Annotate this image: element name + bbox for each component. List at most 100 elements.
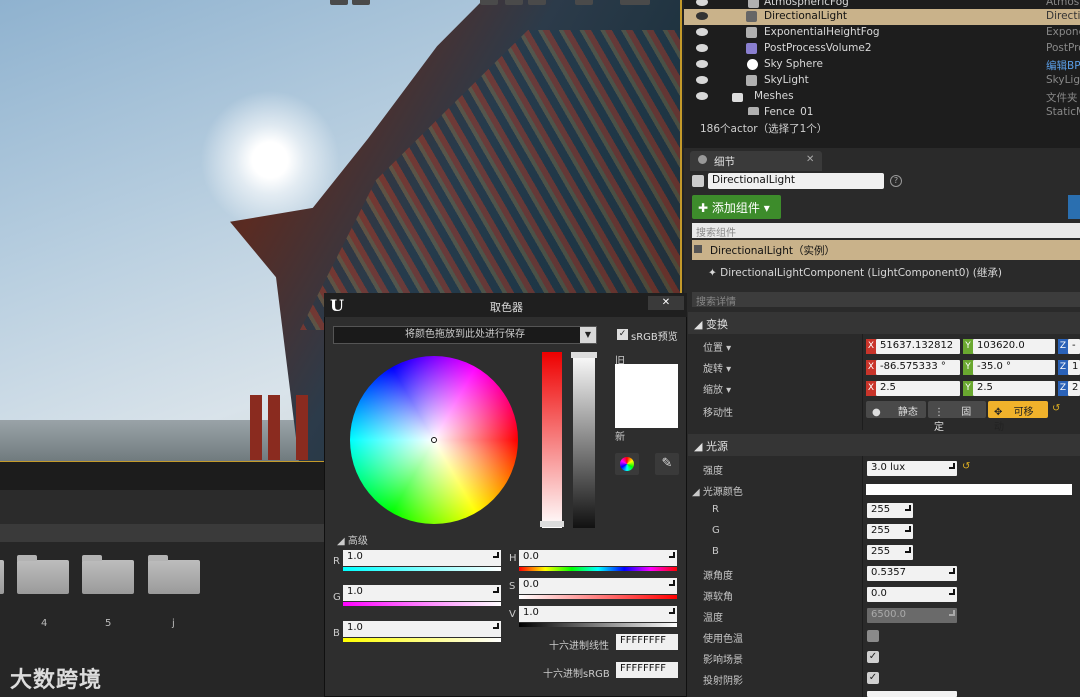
location-label[interactable]: 位置 ▾ (703, 339, 731, 354)
use-temperature-checkbox[interactable] (867, 630, 879, 642)
scale-y-field[interactable]: 2.5 (973, 381, 1055, 396)
light-r-field[interactable]: 255 (867, 503, 913, 518)
g-channel-field[interactable]: 1.0 (343, 585, 501, 601)
eye-icon[interactable] (696, 76, 708, 84)
instance-label: DirectionalLight（实例） (710, 245, 835, 257)
s-channel-field[interactable]: 0.0 (519, 578, 677, 594)
eye-icon[interactable] (696, 0, 708, 6)
color-wheel-mode-button[interactable] (615, 453, 639, 475)
outliner-row[interactable]: PostProcessVolume2 PostPro (684, 41, 1080, 57)
chevron-down-icon[interactable]: ▼ (580, 327, 596, 343)
new-color-label: 新 (615, 432, 625, 443)
search-details-input[interactable]: 搜索详情 (692, 292, 1080, 308)
folder-icon[interactable] (0, 560, 4, 594)
actor-name: ExponentialHeightFog (764, 26, 880, 38)
outliner-row[interactable]: ExponentialHeightFog Expone (684, 25, 1080, 41)
viewport-toolbar-button[interactable] (352, 0, 370, 5)
outliner-row-selected[interactable]: DirectionalLight Directio (684, 9, 1080, 25)
r-channel-field[interactable]: 1.0 (343, 550, 501, 566)
category-transform[interactable]: ◢ 变换 (688, 312, 1080, 334)
component-row[interactable]: ✦ DirectionalLightComponent (LightCompon… (708, 265, 1002, 280)
s-channel-label: S (509, 581, 516, 592)
scale-label[interactable]: 缩放 ▾ (703, 381, 731, 396)
viewport-toolbar-button[interactable] (505, 0, 523, 5)
location-x-field[interactable]: 51637.132812 (876, 339, 960, 354)
advanced-toggle[interactable]: ◢ 高级 (337, 532, 368, 547)
light-g-field[interactable]: 255 (867, 524, 913, 539)
close-button[interactable]: ✕ (648, 296, 684, 310)
value-slider-handle[interactable] (571, 352, 597, 358)
location-z-field[interactable]: - (1068, 339, 1080, 354)
rotation-label[interactable]: 旋转 ▾ (703, 360, 731, 375)
edit-blueprint-link[interactable]: 编辑BP (1046, 58, 1080, 73)
outliner-row[interactable]: Sky Sphere 编辑BP (684, 57, 1080, 73)
folder-icon[interactable] (17, 555, 69, 594)
hex-linear-field[interactable]: FFFFFFFF (616, 634, 678, 650)
x-axis-tag: X (866, 381, 876, 396)
eye-icon[interactable] (696, 12, 708, 20)
reset-icon[interactable]: ↺ (962, 461, 970, 472)
outliner-row[interactable]: Meshes 文件夹 (684, 89, 1080, 105)
affects-world-checkbox[interactable]: ✓ (867, 651, 879, 663)
tab-details[interactable]: 细节 (690, 151, 822, 171)
mobility-movable-button[interactable]: ✥ 可移动 (988, 401, 1048, 433)
folder-icon[interactable] (82, 555, 134, 594)
label-text: 旋转 (703, 364, 723, 375)
category-light[interactable]: ◢ 光源 (688, 434, 1080, 456)
soft-angle-field[interactable]: 0.0 (867, 587, 957, 602)
rotation-z-field[interactable]: 1 (1068, 360, 1080, 375)
srgb-preview-checkbox[interactable]: ✓ (617, 329, 628, 340)
fog-icon (746, 27, 757, 38)
label-text: 缩放 (703, 385, 723, 396)
outliner-row[interactable]: Fence_01 StaticM (684, 105, 1080, 115)
temperature-field[interactable]: 6500.0 (867, 608, 957, 623)
rotation-y-field[interactable]: -35.0 ° (973, 360, 1055, 375)
mobility-static-button[interactable]: ● 静态 (866, 401, 926, 418)
mobility-stationary-button[interactable]: ⋮ 固定 (928, 401, 986, 433)
viewport-toolbar-button[interactable] (330, 0, 348, 5)
rotation-x-field[interactable]: -86.575333 ° (876, 360, 960, 375)
blueprint-button[interactable] (1068, 195, 1080, 219)
intensity-field[interactable]: 3.0 lux (867, 461, 957, 476)
scale-z-field[interactable]: 2 (1068, 381, 1080, 396)
folder-icon[interactable] (148, 555, 200, 594)
cast-shadows-checkbox[interactable]: ✓ (867, 672, 879, 684)
h-channel-field[interactable]: 0.0 (519, 550, 677, 566)
color-drop-zone[interactable]: 将颜色拖放到此处进行保存 (333, 326, 597, 344)
value-slider[interactable] (573, 352, 595, 528)
light-color-label[interactable]: ◢ 光源颜色 (692, 483, 743, 498)
add-component-button[interactable]: ✚ 添加组件 ▾ (692, 195, 781, 219)
content-browser-filter-bar[interactable] (0, 524, 324, 542)
location-y-field[interactable]: 103620.0 (973, 339, 1055, 354)
color-wheel-selector[interactable] (431, 437, 437, 443)
saturation-slider-handle[interactable] (540, 521, 564, 527)
details-icon (698, 155, 707, 164)
h-channel-gradient (519, 567, 677, 571)
eyedropper-button[interactable]: ✎ (655, 453, 679, 475)
light-b-field[interactable]: 255 (867, 545, 913, 560)
search-components-input[interactable]: 搜索组件 (692, 223, 1080, 239)
source-angle-field[interactable]: 0.5357 (867, 566, 957, 581)
v-channel-field[interactable]: 1.0 (519, 606, 677, 622)
reset-icon[interactable]: ↺ (1052, 403, 1060, 414)
cut-off-field[interactable] (867, 691, 957, 697)
eye-icon[interactable] (696, 92, 708, 100)
saturation-slider[interactable] (542, 352, 562, 528)
eye-icon[interactable] (696, 60, 708, 68)
outliner-row[interactable]: SkyLight SkyLigh (684, 73, 1080, 89)
viewport-toolbar-button[interactable] (480, 0, 498, 5)
viewport-toolbar-button[interactable] (575, 0, 593, 5)
scale-x-field[interactable]: 2.5 (876, 381, 960, 396)
instance-row[interactable]: DirectionalLight（实例） (692, 240, 1080, 260)
close-icon[interactable]: ✕ (806, 154, 814, 165)
help-icon[interactable]: ? (890, 175, 902, 187)
eye-icon[interactable] (696, 44, 708, 52)
b-channel-field[interactable]: 1.0 (343, 621, 501, 637)
actor-name-field[interactable]: DirectionalLight (708, 173, 884, 189)
folder-icon (732, 93, 743, 102)
hex-srgb-field[interactable]: FFFFFFFF (616, 662, 678, 678)
viewport-toolbar-button[interactable] (620, 0, 650, 5)
light-color-swatch[interactable] (866, 484, 1072, 495)
eye-icon[interactable] (696, 28, 708, 36)
viewport-toolbar-button[interactable] (528, 0, 546, 5)
